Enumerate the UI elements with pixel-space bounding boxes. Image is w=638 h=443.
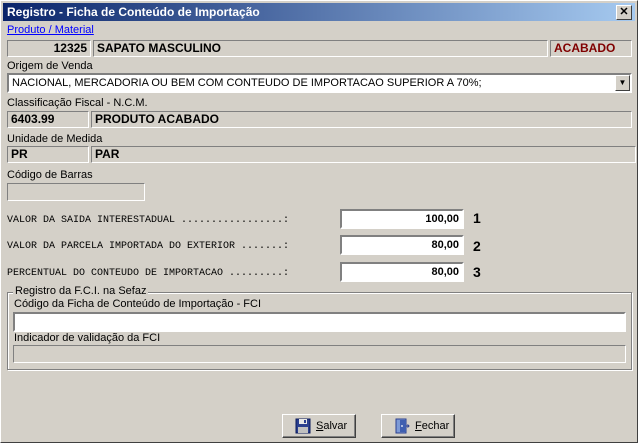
- salvar-button[interactable]: Salvar: [282, 414, 356, 438]
- valor-parcela-label: VALOR DA PARCELA IMPORTADA DO EXTERIOR .…: [7, 241, 290, 252]
- salvar-label: Salvar: [316, 420, 348, 432]
- fci-group-label: Registro da F.C.I. na Sefaz: [13, 285, 149, 297]
- unidade-code-field: PR: [7, 146, 89, 163]
- marker-3: 3: [473, 264, 481, 280]
- valor-parcela-input[interactable]: 80,00: [340, 235, 464, 255]
- origem-selected-value: NACIONAL, MERCADORIA OU BEM COM CONTEUDO…: [12, 77, 482, 89]
- valor-saida-input[interactable]: 100,00: [340, 209, 464, 229]
- fechar-label: Fechar: [415, 420, 450, 432]
- percentual-input[interactable]: 80,00: [340, 262, 464, 282]
- fci-indicador-field: [13, 345, 626, 363]
- floppy-disk-icon: [295, 418, 311, 434]
- valor-saida-label: VALOR DA SAIDA INTERESTADUAL ...........…: [7, 215, 290, 226]
- origem-label: Origem de Venda: [7, 60, 93, 72]
- percentual-label: PERCENTUAL DO CONTEUDO DE IMPORTACAO ...…: [7, 268, 290, 279]
- ncm-label: Classificação Fiscal - N.C.M.: [7, 97, 148, 109]
- barras-label: Código de Barras: [7, 169, 93, 181]
- marker-2: 2: [473, 238, 481, 254]
- produto-code-field: 12325: [7, 40, 91, 57]
- unidade-label: Unidade de Medida: [7, 133, 103, 145]
- barras-field: [7, 183, 145, 201]
- marker-1: 1: [473, 210, 481, 226]
- door-exit-icon: [395, 418, 410, 434]
- window-title: Registro - Ficha de Conteúdo de Importaç…: [7, 5, 260, 19]
- fechar-button[interactable]: Fechar: [381, 414, 455, 438]
- fci-indicador-label: Indicador de validação da FCI: [14, 332, 161, 344]
- chevron-down-icon[interactable]: ▼: [615, 75, 630, 91]
- produto-link[interactable]: Produto / Material: [7, 24, 94, 36]
- ncm-description-field: PRODUTO ACABADO: [91, 111, 632, 128]
- origem-select[interactable]: NACIONAL, MERCADORIA OU BEM COM CONTEUDO…: [7, 73, 632, 93]
- fci-codigo-label: Código da Ficha de Conteúdo de Importaçã…: [14, 298, 262, 310]
- title-bar[interactable]: Registro - Ficha de Conteúdo de Importaç…: [3, 3, 635, 21]
- produto-name-field: SAPATO MASCULINO: [93, 40, 548, 57]
- ncm-code-field: 6403.99: [7, 111, 89, 128]
- fci-codigo-input[interactable]: [13, 312, 626, 332]
- produto-status-field: ACABADO: [550, 40, 632, 57]
- close-button[interactable]: ✕: [616, 5, 632, 20]
- unidade-description-field: PAR: [91, 146, 636, 163]
